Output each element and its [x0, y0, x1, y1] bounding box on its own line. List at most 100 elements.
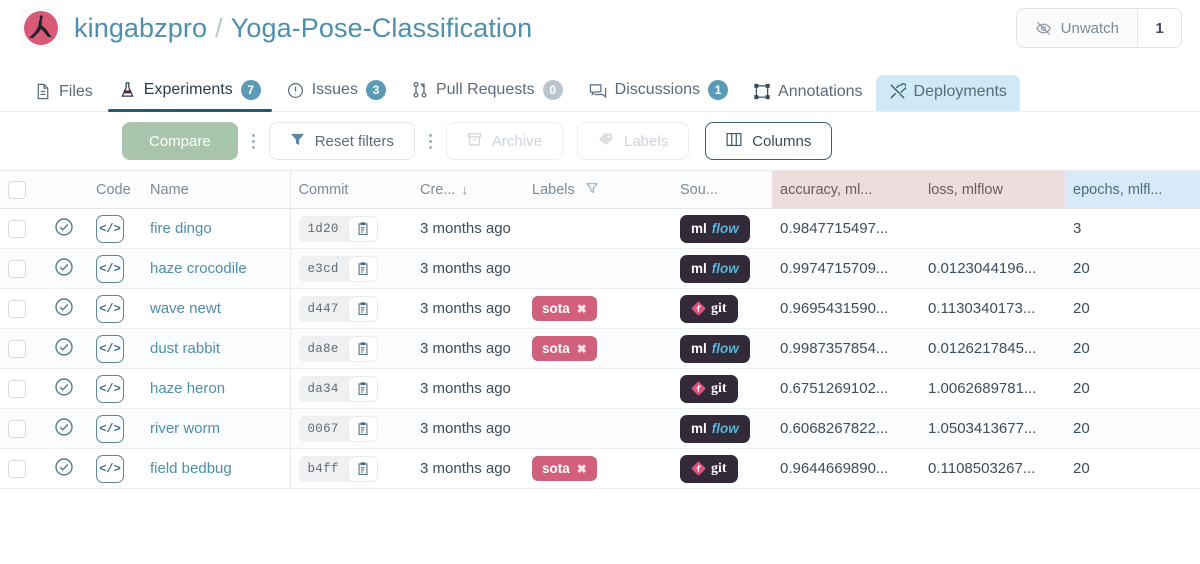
commit-pill[interactable]: da8e — [298, 335, 378, 362]
tab-pull-requests[interactable]: Pull Requests 0 — [399, 72, 576, 111]
source-badge-mlflow[interactable]: ml flow — [680, 214, 750, 243]
header-epochs[interactable]: epochs, mlfl... — [1065, 170, 1200, 209]
archive-button[interactable]: Archive — [445, 122, 563, 160]
row-labels-cell[interactable]: sota ✖ — [524, 448, 672, 489]
row-source-cell[interactable]: ml flow — [672, 208, 772, 249]
header-source[interactable]: Sou... — [672, 170, 772, 209]
experiment-name-link[interactable]: river worm — [150, 420, 220, 437]
columns-button[interactable]: Columns — [705, 122, 833, 160]
row-code-cell[interactable]: </> — [88, 248, 142, 289]
table-row[interactable]: </> wave newt d447 3 months ago sota ✖ g… — [0, 288, 1200, 329]
tab-experiments[interactable]: Experiments 7 — [106, 72, 274, 112]
labels-button[interactable]: Labels — [576, 122, 690, 160]
copy-commit-icon[interactable] — [347, 335, 378, 362]
row-checkbox[interactable] — [8, 259, 26, 278]
row-commit-cell[interactable]: da34 — [289, 368, 412, 409]
code-icon[interactable]: </> — [96, 414, 124, 443]
header-labels[interactable]: Labels — [524, 170, 672, 209]
source-badge-git[interactable]: git — [680, 374, 738, 403]
header-created[interactable]: Cre... ↓ — [412, 170, 524, 209]
header-loss[interactable]: loss, mlflow — [920, 170, 1065, 209]
source-badge-mlflow[interactable]: ml flow — [680, 414, 750, 443]
table-row[interactable]: </> fire dingo 1d20 3 months ago ml flow … — [0, 208, 1200, 249]
row-select-cell[interactable] — [0, 328, 46, 369]
commit-pill[interactable]: 0067 — [298, 415, 378, 442]
remove-label-icon[interactable]: ✖ — [577, 462, 587, 476]
commit-pill[interactable]: e3cd — [298, 255, 378, 282]
repo-owner[interactable]: kingabzpro — [74, 13, 207, 44]
code-icon[interactable]: </> — [96, 374, 124, 403]
source-badge-git[interactable]: git — [680, 294, 738, 323]
code-icon[interactable]: </> — [96, 254, 124, 283]
table-row[interactable]: </> field bedbug b4ff 3 months ago sota ✖ — [0, 448, 1200, 489]
copy-commit-icon[interactable] — [347, 255, 378, 282]
row-commit-cell[interactable]: e3cd — [289, 248, 412, 289]
row-source-cell[interactable]: ml flow — [672, 408, 772, 449]
header-code[interactable]: Code — [88, 170, 142, 209]
commit-pill[interactable]: d447 — [298, 295, 378, 322]
label-tag[interactable]: sota ✖ — [532, 456, 597, 481]
row-labels-cell[interactable]: sota ✖ — [524, 328, 672, 369]
filters-overflow-menu[interactable] — [415, 133, 446, 149]
row-name-cell[interactable]: field bedbug — [142, 448, 290, 489]
table-row[interactable]: </> haze crocodile e3cd 3 months ago ml f… — [0, 248, 1200, 289]
tab-deployments[interactable]: Deployments — [875, 75, 1020, 111]
experiment-name-link[interactable]: haze crocodile — [150, 260, 247, 277]
row-commit-cell[interactable]: 0067 — [289, 408, 412, 449]
source-badge-git[interactable]: git — [680, 454, 738, 483]
row-source-cell[interactable]: git — [672, 368, 772, 409]
row-select-cell[interactable] — [0, 288, 46, 329]
row-source-cell[interactable]: git — [672, 448, 772, 489]
commit-pill[interactable]: 1d20 — [298, 215, 378, 242]
row-name-cell[interactable]: haze heron — [142, 368, 290, 409]
sort-desc-icon[interactable]: ↓ — [461, 182, 468, 197]
copy-commit-icon[interactable] — [347, 415, 378, 442]
remove-label-icon[interactable]: ✖ — [577, 302, 587, 316]
commit-pill[interactable]: b4ff — [298, 455, 378, 482]
row-name-cell[interactable]: dust rabbit — [142, 328, 290, 369]
row-commit-cell[interactable]: da8e — [289, 328, 412, 369]
row-commit-cell[interactable]: 1d20 — [289, 208, 412, 249]
table-row[interactable]: </> dust rabbit da8e 3 months ago sota ✖ … — [0, 328, 1200, 369]
row-checkbox[interactable] — [8, 459, 26, 478]
select-all-checkbox[interactable] — [8, 180, 26, 199]
row-name-cell[interactable]: wave newt — [142, 288, 290, 329]
source-badge-mlflow[interactable]: ml flow — [680, 334, 750, 363]
experiment-name-link[interactable]: fire dingo — [150, 220, 212, 237]
experiment-name-link[interactable]: field bedbug — [150, 460, 232, 477]
commit-pill[interactable]: da34 — [298, 375, 378, 402]
row-checkbox[interactable] — [8, 339, 26, 358]
label-tag[interactable]: sota ✖ — [532, 336, 597, 361]
row-select-cell[interactable] — [0, 408, 46, 449]
tab-discussions[interactable]: Discussions 1 — [576, 72, 741, 111]
row-select-cell[interactable] — [0, 248, 46, 289]
labels-funnel-icon[interactable] — [585, 182, 599, 198]
row-select-cell[interactable] — [0, 368, 46, 409]
code-icon[interactable]: </> — [96, 294, 124, 323]
header-commit[interactable]: Commit — [289, 170, 412, 209]
experiment-name-link[interactable]: dust rabbit — [150, 340, 220, 357]
row-checkbox[interactable] — [8, 299, 26, 318]
row-name-cell[interactable]: haze crocodile — [142, 248, 290, 289]
row-name-cell[interactable]: fire dingo — [142, 208, 290, 249]
row-checkbox[interactable] — [8, 219, 26, 238]
row-code-cell[interactable]: </> — [88, 208, 142, 249]
reset-filters-button[interactable]: Reset filters — [268, 122, 415, 160]
row-source-cell[interactable]: ml flow — [672, 248, 772, 289]
compare-button[interactable]: Compare — [122, 122, 238, 160]
code-icon[interactable]: </> — [96, 454, 124, 483]
row-select-cell[interactable] — [0, 208, 46, 249]
row-source-cell[interactable]: git — [672, 288, 772, 329]
tab-files[interactable]: Files — [22, 75, 106, 111]
repo-name[interactable]: Yoga-Pose-Classification — [231, 13, 533, 44]
row-code-cell[interactable]: </> — [88, 368, 142, 409]
unwatch-button[interactable]: Unwatch — [1016, 9, 1137, 47]
table-row[interactable]: </> haze heron da34 3 months ago git 0.6… — [0, 368, 1200, 409]
row-commit-cell[interactable]: b4ff — [289, 448, 412, 489]
row-labels-cell[interactable]: sota ✖ — [524, 288, 672, 329]
row-select-cell[interactable] — [0, 448, 46, 489]
tab-annotations[interactable]: Annotations — [741, 75, 876, 111]
header-accuracy[interactable]: accuracy, ml... — [772, 170, 920, 209]
code-icon[interactable]: </> — [96, 214, 124, 243]
copy-commit-icon[interactable] — [347, 215, 378, 242]
